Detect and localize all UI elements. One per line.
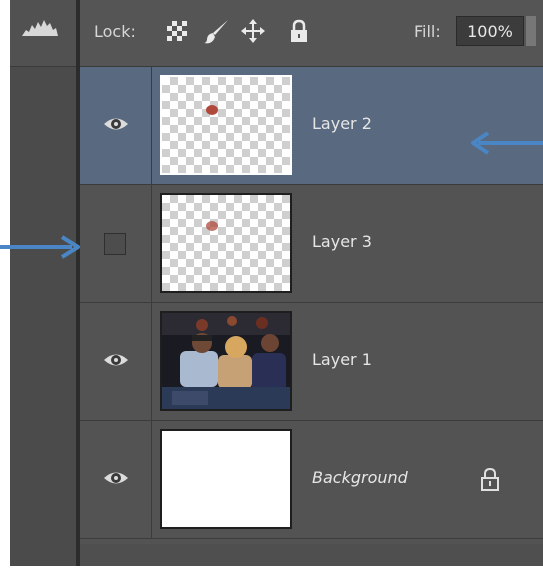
visibility-toggle[interactable] [80,67,152,184]
eye-icon [104,472,128,484]
layer-row-background[interactable]: Background [80,421,543,539]
photoshop-layers-screenshot: Lock: Fill: 100% Layer 2 Layer 3 Layer 1… [0,0,543,573]
visibility-toggle[interactable] [80,303,152,420]
histogram-icon [22,20,58,36]
thumbnail-content [206,221,218,231]
layer-row-layer-3[interactable]: Layer 3 [80,185,543,303]
layers-panel: Lock: Fill: 100% Layer 2 Layer 3 Layer 1… [80,0,543,566]
fill-field[interactable]: 100% [456,16,524,46]
lock-position-icon[interactable] [240,18,266,44]
layer-row-layer-2[interactable]: Layer 2 [80,67,543,185]
visibility-toggle[interactable] [80,185,152,302]
lock-image-pixels-icon[interactable] [204,18,230,44]
fill-dropdown-button[interactable] [526,16,536,46]
visibility-empty-box [104,233,126,255]
lock-label: Lock: [94,22,136,41]
layer-lock-icon[interactable] [480,467,500,491]
lock-all-icon[interactable] [286,18,312,44]
layer-thumbnail [160,193,292,293]
photo-thumbnail [162,313,290,409]
layer-thumbnail [160,429,292,529]
visibility-toggle[interactable] [80,421,152,538]
thumbnail-content [206,105,218,115]
histogram-tab[interactable] [10,0,76,67]
eye-icon [104,118,128,130]
annotation-arrow-right-icon [0,235,80,259]
fill-label: Fill: [414,22,441,41]
lock-transparent-pixels-icon[interactable] [164,18,190,44]
layer-thumbnail [160,75,292,175]
left-dock [10,0,76,566]
eye-icon [104,354,128,366]
layer-thumbnail [160,311,292,411]
panel-bottom [80,544,543,566]
layer-name[interactable]: Layer 3 [312,232,372,251]
layer-name[interactable]: Background [312,468,408,487]
layer-row-layer-1[interactable]: Layer 1 [80,303,543,421]
annotation-arrow-left-icon [471,131,543,155]
lock-bar: Lock: Fill: 100% [80,0,543,67]
layer-name[interactable]: Layer 1 [312,350,372,369]
layer-name[interactable]: Layer 2 [312,114,372,133]
